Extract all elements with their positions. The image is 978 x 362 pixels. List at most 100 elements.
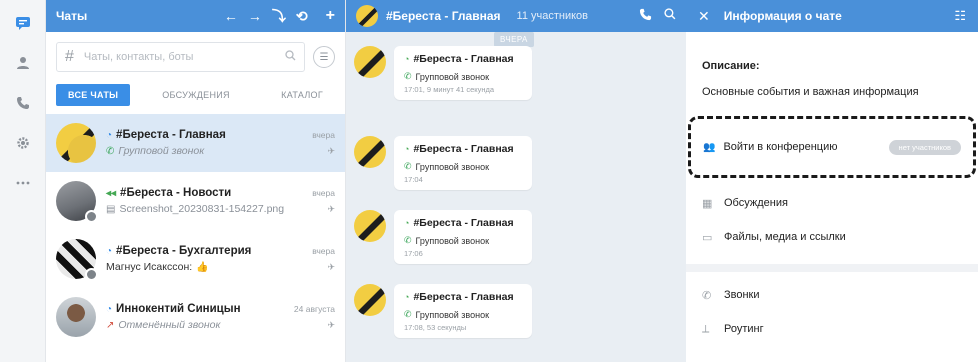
message-time: 17:06 (404, 249, 423, 258)
message-bubble[interactable]: ◔ #Береста - Главная ✆ Групповой звонок 17… (394, 46, 532, 100)
folder-icon: ▭ (702, 231, 713, 244)
discussions-row[interactable]: ▦ Обсуждения (686, 186, 978, 220)
app-window: Чаты ← → ⤵ ⟲ + # ☰ ВСЕ ЧАТЫ ОБСУЖДЕНИЯ К (0, 0, 978, 362)
chat-list: ◔ #Береста - Главная ✆ Групповой звонок вч… (46, 114, 345, 362)
message-bubble[interactable]: ◔ #Береста - Главная ✆ Групповой звонок 17… (394, 284, 532, 338)
message: ◔ #Береста - Главная ✆ Групповой звонок 17… (354, 284, 532, 338)
phone-icon: ✆ (404, 71, 412, 81)
chat-name: #Береста - Бухгалтерия (116, 245, 252, 257)
lock-badge-icon (85, 268, 98, 281)
filter-icon[interactable]: ☰ (313, 46, 335, 68)
call-label: Групповой звонок (415, 71, 490, 82)
lock-badge-icon (85, 210, 98, 223)
conversation-title[interactable]: #Береста - Главная (386, 9, 501, 23)
search-icon[interactable] (664, 8, 676, 24)
list-item[interactable]: ◔ Иннокентий Синицын ↗ Отменённый звонок 2… (46, 288, 345, 346)
participants-count[interactable]: 11 участников (517, 10, 631, 22)
status-badge: нет участников (888, 139, 961, 155)
missed-call-icon: ↗ (106, 319, 115, 331)
back-arrow-icon[interactable]: ← (224, 8, 238, 24)
search-input[interactable] (83, 51, 275, 63)
avatar[interactable] (354, 46, 386, 78)
phone-icon[interactable] (14, 94, 32, 112)
tab-discussions[interactable]: ОБСУЖДЕНИЯ (150, 84, 242, 106)
message-title: #Береста - Главная (413, 291, 514, 303)
chat-date: вчера (312, 187, 335, 198)
phone-icon: ✆ (702, 289, 712, 302)
description-label: Описание: (702, 60, 760, 72)
pin-icon[interactable]: ✈ (327, 204, 335, 215)
files-row[interactable]: ▭ Файлы, медиа и ссылки (686, 220, 978, 254)
conversation-header: #Береста - Главная 11 участников (346, 0, 686, 32)
chats-panel: Чаты ← → ⤵ ⟲ + # ☰ ВСЕ ЧАТЫ ОБСУЖДЕНИЯ К (46, 0, 346, 362)
forward-arrow-icon[interactable]: → (248, 8, 262, 24)
list-item[interactable]: ◔ #Береста - Главная ✆ Групповой звонок вч… (46, 114, 345, 172)
chat-date: вчера (312, 129, 335, 140)
message-bubble[interactable]: ◔ #Береста - Главная ✆ Групповой звонок 17… (394, 210, 532, 264)
pin-icon[interactable]: ✈ (327, 146, 335, 157)
discussions-icon: ▦ (702, 197, 713, 210)
settings-sliders-icon[interactable]: ☷ (954, 8, 966, 24)
phone-icon: ✆ (404, 161, 412, 171)
channel-icon: ◔ (404, 292, 410, 302)
history-icon[interactable]: ⟲ (296, 8, 308, 25)
routing-row[interactable]: ⟂ Роутинг (686, 312, 978, 346)
routing-label: Роутинг (724, 323, 764, 335)
pin-icon[interactable]: ✈ (327, 262, 335, 273)
conversation-panel: #Береста - Главная 11 участников ВЧЕРА ◔… (346, 0, 686, 362)
description-section: Описание: Основные события и важная инфо… (686, 32, 978, 108)
chat-name: #Береста - Новости (120, 187, 232, 199)
message-bubble[interactable]: ◔ #Береста - Главная ✆ Групповой звонок 17… (394, 136, 532, 190)
avatar (56, 239, 98, 281)
calls-label: Звонки (724, 289, 760, 301)
join-conference-label: Войти в конференцию (723, 141, 838, 153)
avatar[interactable] (354, 210, 386, 242)
call-label: Групповой звонок (415, 235, 490, 246)
message-title: #Береста - Главная (413, 143, 514, 155)
message: ◔ #Береста - Главная ✆ Групповой звонок 17… (354, 136, 532, 190)
message-area: ВЧЕРА ◔ #Береста - Главная ✆ Групповой зво… (346, 32, 686, 362)
channel-icon: ◔ (404, 144, 410, 154)
phone-icon[interactable] (639, 8, 652, 24)
file-icon: ▤ (106, 203, 116, 215)
add-icon[interactable]: + (326, 7, 335, 25)
search-icon[interactable] (285, 50, 296, 64)
thumbs-up-icon: 👍 (196, 261, 209, 273)
chat-date: вчера (312, 245, 335, 256)
chat-preview: Screenshot_20230831-154227.png (119, 203, 285, 215)
contacts-icon[interactable] (14, 54, 32, 72)
avatar[interactable] (354, 136, 386, 168)
chat-preview: Отменённый звонок (118, 319, 221, 331)
calls-row[interactable]: ✆ Звонки (686, 278, 978, 312)
divider (686, 264, 978, 272)
tab-catalog[interactable]: КАТАЛОГ (269, 84, 335, 106)
participants-icon: 👥 (703, 141, 716, 153)
chats-title: Чаты (56, 9, 88, 23)
chat-name: Иннокентий Синицын (116, 303, 241, 315)
chat-icon[interactable] (14, 14, 32, 32)
chats-header: Чаты ← → ⤵ ⟲ + (46, 0, 345, 32)
list-item[interactable]: ◔ #Береста - Бухгалтерия Магнус Исакссон:… (46, 230, 345, 288)
settings-icon[interactable] (14, 134, 32, 152)
join-conference-row[interactable]: 👥 Войти в конференцию нет участников (688, 116, 976, 178)
return-icon[interactable]: ⤵ (272, 6, 286, 26)
tab-all-chats[interactable]: ВСЕ ЧАТЫ (56, 84, 131, 106)
list-item[interactable]: ◂◂ #Береста - Новости ▤ Screenshot_2023083… (46, 172, 345, 230)
more-icon[interactable] (14, 174, 32, 192)
avatar (56, 297, 96, 337)
info-title: Информация о чате (723, 9, 842, 23)
search-box[interactable]: # (56, 42, 305, 72)
chat-name: #Береста - Главная (116, 129, 226, 141)
avatar[interactable] (354, 284, 386, 316)
channel-icon: ◔ (106, 245, 113, 257)
chat-date: 24 августа (293, 303, 335, 314)
avatar (56, 181, 98, 223)
close-icon[interactable]: ✕ (698, 8, 710, 25)
search-area: # ☰ (46, 32, 345, 78)
avatar[interactable] (356, 5, 378, 27)
hash-icon: # (65, 48, 74, 65)
message-title: #Береста - Главная (413, 217, 514, 229)
files-label: Файлы, медиа и ссылки (724, 231, 846, 243)
pin-icon[interactable]: ✈ (327, 320, 335, 331)
channel-icon: ◔ (404, 218, 410, 228)
